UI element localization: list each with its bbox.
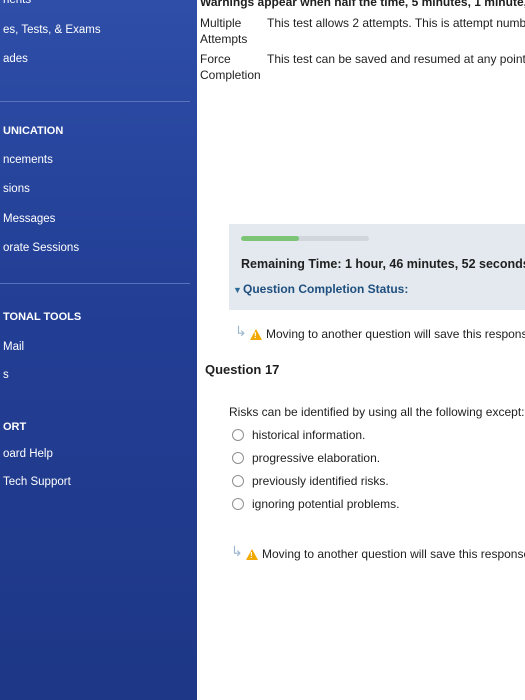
force-completion-text: This test can be saved and resumed at an… [267, 52, 525, 66]
option-label[interactable]: progressive elaboration. [252, 451, 380, 465]
option-radio[interactable] [232, 475, 244, 487]
sidebar-item-quizzes-tests-exams[interactable]: es, Tests, & Exams [3, 24, 101, 36]
question-prompt: Risks can be identified by using all the… [229, 405, 525, 419]
multiple-attempts-label: Multiple [200, 16, 242, 30]
warning-mark-icon: ! [254, 331, 257, 340]
sidebar-item-tech-support[interactable]: Tech Support [3, 476, 71, 488]
option-radio[interactable] [232, 452, 244, 464]
sidebar-item-announcements[interactable]: ncements [3, 154, 53, 166]
arrow-icon: ↳ [231, 543, 243, 559]
course-menu-sidebar: nents es, Tests, & Exams ades UNICATION … [0, 0, 197, 700]
multiple-attempts-label-line2: Attempts [200, 32, 248, 46]
save-notice-top: Moving to another question will save thi… [266, 327, 525, 341]
sidebar-item-collaborate-sessions[interactable]: orate Sessions [3, 242, 79, 254]
option-label[interactable]: ignoring potential problems. [252, 497, 399, 511]
sidebar-heading-tools: TONAL TOOLS [3, 311, 82, 323]
sidebar-item-discussions[interactable]: sions [3, 183, 30, 195]
sidebar-item-grades[interactable]: ades [3, 53, 28, 65]
option-radio[interactable] [232, 498, 244, 510]
multiple-attempts-text: This test allows 2 attempts. This is att… [267, 16, 525, 30]
force-completion-label-line2: Completion [200, 68, 261, 82]
sidebar-item-contents[interactable]: nents [3, 0, 31, 6]
sidebar-item-board-help[interactable]: oard Help [3, 448, 53, 460]
option-label[interactable]: previously identified risks. [252, 474, 389, 488]
arrow-icon: ↳ [235, 323, 247, 339]
sidebar-item-mail[interactable]: Mail [3, 341, 24, 353]
sidebar-item-messages[interactable]: Messages [3, 213, 55, 225]
timer-panel: Remaining Time: 1 hour, 46 minutes, 52 s… [229, 224, 525, 310]
sidebar-heading-communication: UNICATION [3, 125, 64, 137]
sidebar-divider [0, 283, 190, 284]
question-title: Question 17 [205, 362, 280, 377]
test-content: Warnings appear when half the time, 5 mi… [197, 0, 525, 700]
sidebar-divider [0, 101, 190, 102]
save-notice-bottom: Moving to another question will save thi… [262, 547, 525, 561]
sidebar-item-tools[interactable]: s [3, 369, 9, 381]
remaining-time-text: Remaining Time: 1 hour, 46 minutes, 52 s… [241, 257, 525, 271]
option-radio[interactable] [232, 429, 244, 441]
timer-warning-text: Warnings appear when half the time, 5 mi… [200, 0, 525, 9]
time-progress-fill [241, 236, 299, 241]
warning-mark-icon: ! [250, 551, 253, 560]
collapse-chevron-icon[interactable]: ▼ [233, 285, 242, 295]
time-progress-bar [241, 236, 369, 241]
force-completion-label: Force [200, 52, 231, 66]
option-label[interactable]: historical information. [252, 428, 365, 442]
sidebar-heading-support: ORT [3, 421, 27, 433]
question-completion-status-toggle[interactable]: Question Completion Status: [243, 282, 408, 296]
